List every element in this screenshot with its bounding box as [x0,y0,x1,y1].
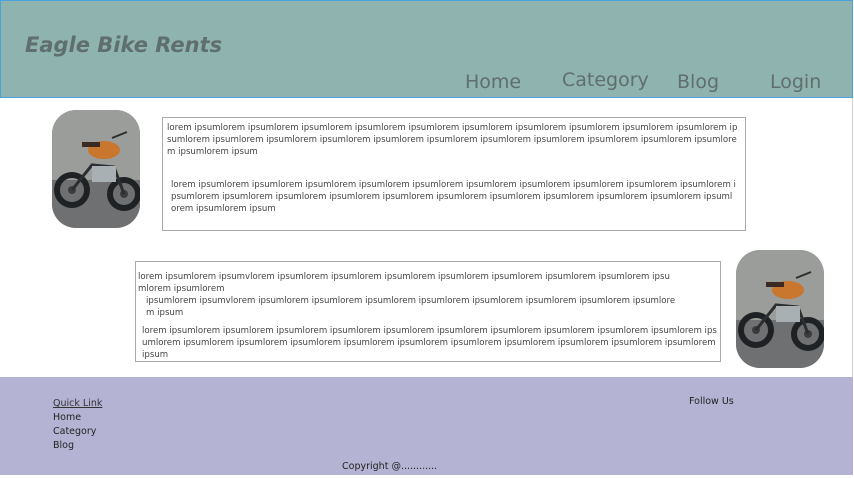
follow-us-label: Follow Us [689,396,734,407]
content-box-2: lorem ipsumlorem ipsumvlorem ipsumlorem … [135,261,721,362]
content-paragraph: lorem ipsumlorem ipsumlorem ipsumlorem i… [171,180,736,214]
content-box-1: lorem ipsumlorem ipsumlorem ipsumlorem i… [162,117,746,231]
site-header: Eagle Bike Rents Home Category Blog Logi… [0,0,853,98]
copyright-text: Copyright @............ [342,461,438,472]
motorcycle-photo-icon [736,250,824,368]
nav-category-link[interactable]: Category [562,69,649,91]
motorcycle-photo-icon [52,110,140,228]
nav-home-link[interactable]: Home [465,71,521,93]
page-edge-divider [852,98,853,377]
content-paragraph: lorem ipsumlorem ipsumvlorem ipsumlorem … [138,271,718,319]
motorcycle-image [736,250,824,368]
footer-category-link[interactable]: Category [53,426,96,437]
brand-title: Eagle Bike Rents [25,33,223,57]
content-line: ipsumlorem ipsumvlorem ipsumlorem ipsuml… [146,296,676,318]
footer-blog-link[interactable]: Blog [53,440,74,451]
content-line: lorem ipsumlorem ipsumvlorem ipsumlorem … [138,272,670,294]
nav-login-link[interactable]: Login [770,71,821,93]
site-footer: Quick Link Home Category Blog Follow Us … [0,377,853,475]
motorcycle-image [52,110,140,228]
content-paragraph: lorem ipsumlorem ipsumlorem ipsumlorem i… [167,123,738,157]
content-paragraph: lorem ipsumlorem ipsumlorem ipsumlorem i… [142,326,717,360]
footer-home-link[interactable]: Home [53,412,81,423]
nav-blog-link[interactable]: Blog [677,71,719,93]
quick-link-heading[interactable]: Quick Link [53,398,102,409]
